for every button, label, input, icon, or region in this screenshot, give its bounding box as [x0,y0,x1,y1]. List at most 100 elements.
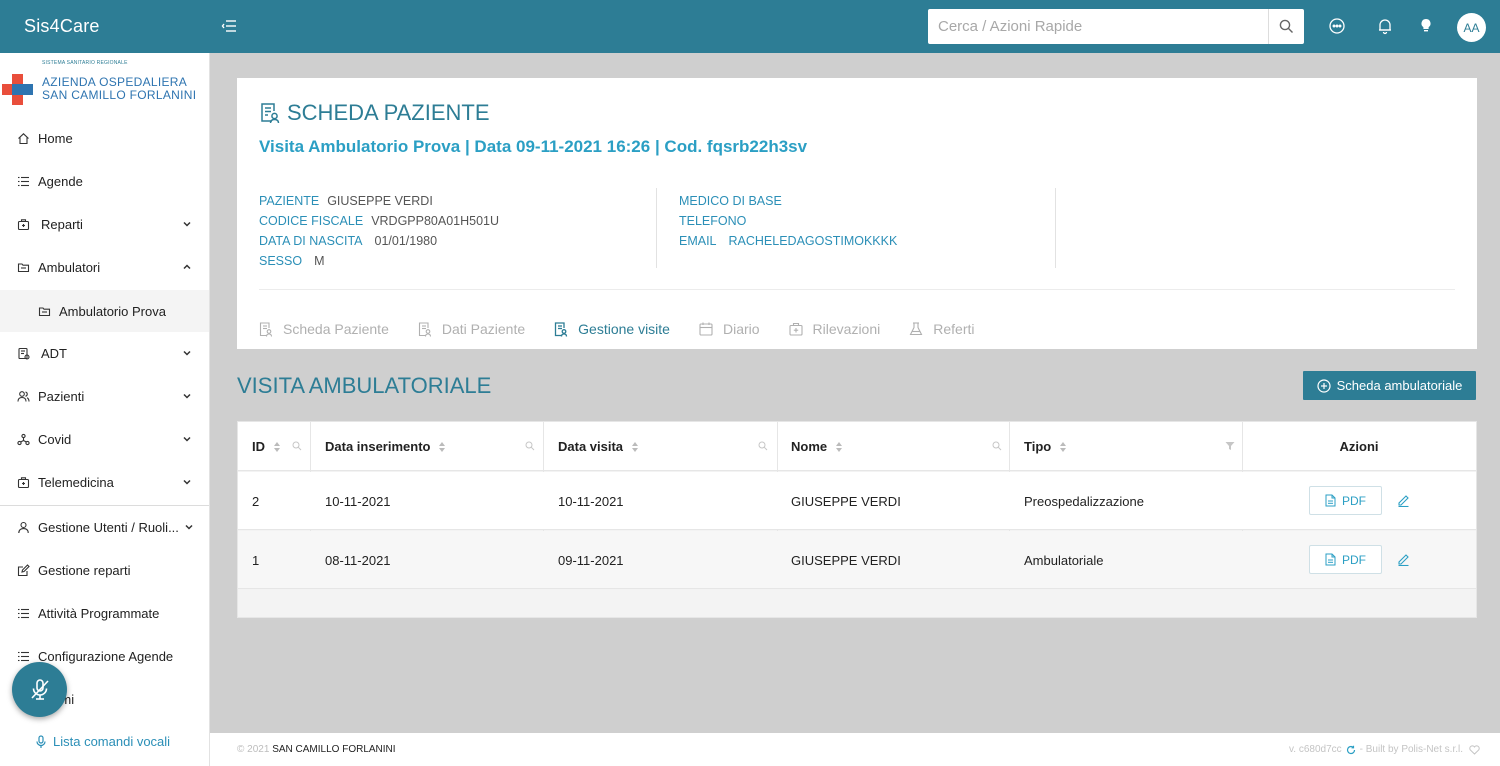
search-button[interactable] [1268,9,1304,44]
flask-icon [909,322,923,336]
chevron-down-icon [185,524,193,530]
column-label: ID [252,439,265,454]
sidebar-item-gestione-utenti[interactable]: Gestione Utenti / Ruoli... [0,507,209,547]
page-title-text: SCHEDA PAZIENTE [287,100,490,125]
sidebar-item-telemedicina[interactable]: Telemedicina [0,462,209,502]
chevron-up-icon [183,264,191,270]
pdf-button-label: PDF [1342,552,1366,567]
sidebar-item-label: ADT [41,345,67,361]
patient-data-icon [418,321,431,337]
voice-mic-button[interactable] [12,662,67,717]
footer: © 2021 SAN CAMILLO FORLANINI v. c680d7cc… [210,733,1500,766]
menu-toggle-icon[interactable] [220,17,240,35]
sidebar-item-covid[interactable]: Covid [0,419,209,459]
sidebar-item-label: Gestione reparti [38,562,131,578]
list-icon [18,176,29,186]
virus-icon [17,433,30,445]
logo-line-1: AZIENDA OSPEDALIERA [42,75,188,89]
sidebar-item-gestione-reparti[interactable]: Gestione reparti [0,550,209,590]
pdf-button[interactable]: PDF [1309,545,1382,574]
sidebar-item-label: Covid [38,431,72,447]
user-avatar[interactable]: AA [1457,13,1486,42]
sidebar-item-ambulatorio-prova[interactable]: Ambulatorio Prova [0,290,209,332]
chevron-down-icon [183,436,191,442]
voice-commands-link[interactable]: Lista comandi vocali [35,734,170,749]
tab-rilevazioni[interactable]: Rilevazioni [788,321,880,337]
column-header-tipo[interactable]: Tipo [1024,422,1067,471]
edit-icon[interactable] [1397,494,1410,507]
patient-card-icon [259,321,273,337]
column-label: Tipo [1024,439,1052,454]
info-row-sesso: SESSO M [259,251,499,271]
file-icon [1325,553,1336,566]
sidebar-item-label: Configurazione Agende [38,648,174,664]
refresh-icon[interactable] [1346,745,1356,755]
sidebar-item-attivita-programmate[interactable]: Attività Programmate [0,593,209,633]
cell-tipo: Ambulatoriale [1024,552,1104,568]
microphone-icon [36,734,46,748]
tab-referti[interactable]: Referti [909,321,974,337]
patient-card: SCHEDA PAZIENTE Visita Ambulatorio Prova… [237,78,1477,349]
tab-diario[interactable]: Diario [699,321,760,337]
chevron-down-icon [183,479,191,485]
sidebar-item-agende[interactable]: Agende [0,161,209,201]
info-key: SESSO [259,254,303,268]
column-header-azioni: Azioni [1242,422,1476,471]
top-bar: Sis4Care AA [0,0,1500,53]
calendar-icon [699,322,713,336]
app-brand[interactable]: Sis4Care [24,16,100,37]
column-label: Azioni [1339,439,1379,454]
add-scheda-ambulatoriale-button[interactable]: Scheda ambulatoriale [1303,371,1476,400]
pdf-button[interactable]: PDF [1309,486,1382,515]
chevron-down-icon [183,393,191,399]
chat-icon[interactable] [1327,16,1347,36]
bell-icon[interactable] [1375,16,1395,36]
sidebar-item-label: Attività Programmate [38,605,160,621]
sidebar-item-label: Home [38,130,73,146]
column-label: Data inserimento [325,439,431,454]
cell-id: 1 [252,552,260,568]
search-input[interactable] [928,9,1268,44]
sort-icon[interactable] [1059,441,1067,453]
table-row[interactable]: 2 10-11-2021 10-11-2021 GIUSEPPE VERDI P… [238,472,1476,530]
sidebar-item-reparti[interactable]: Reparti [0,204,209,244]
cell-tipo: Preospedalizzazione [1024,493,1144,509]
column-header-id[interactable]: ID [252,422,281,471]
sidebar-item-ambulatori[interactable]: Ambulatori [0,247,209,287]
column-search-icon[interactable] [992,441,1002,451]
sidebar-item-home[interactable]: Home [0,118,209,158]
sort-icon[interactable] [835,441,843,453]
tab-dati-paziente[interactable]: Dati Paziente [418,321,525,337]
column-label: Nome [791,439,828,454]
column-search-icon[interactable] [525,441,535,451]
tab-scheda-paziente[interactable]: Scheda Paziente [259,321,389,337]
search-icon [1279,19,1293,33]
info-separator [1055,188,1056,268]
sort-icon[interactable] [631,441,639,453]
edit-icon[interactable] [1397,553,1410,566]
sidebar-item-pazienti[interactable]: Pazienti [0,376,209,416]
sort-icon[interactable] [273,441,281,453]
card-divider [259,289,1455,290]
info-separator [656,188,657,268]
filter-icon[interactable] [1225,441,1235,451]
lightbulb-icon[interactable] [1416,16,1436,36]
column-search-icon[interactable] [292,441,302,451]
footer-built-by: - Built by Polis-Net s.r.l. [1359,744,1463,755]
info-value: VRDGPP80A01H501U [371,214,500,228]
sidebar: SISTEMA SANITARIO REGIONALE AZIENDA OSPE… [0,53,210,766]
tab-gestione-visite[interactable]: Gestione visite [554,321,670,337]
column-search-icon[interactable] [758,441,768,451]
info-row-medico: MEDICO DI BASE [679,191,897,211]
email-link[interactable]: RACHELEDAGOSTIMOKKKK [729,234,898,248]
column-header-nome[interactable]: Nome [791,422,843,471]
table-row[interactable]: 1 08-11-2021 09-11-2021 GIUSEPPE VERDI A… [238,531,1476,589]
info-row-telefono: TELEFONO [679,211,897,231]
sort-icon[interactable] [438,441,446,453]
footer-version: v. c680d7cc [1289,744,1342,755]
info-row-codice-fiscale: CODICE FISCALE VRDGPP80A01H501U [259,211,499,231]
folder-icon [38,306,51,316]
column-header-data-inserimento[interactable]: Data inserimento [325,422,446,471]
sidebar-item-adt[interactable]: ADT [0,333,209,373]
column-header-data-visita[interactable]: Data visita [558,422,639,471]
